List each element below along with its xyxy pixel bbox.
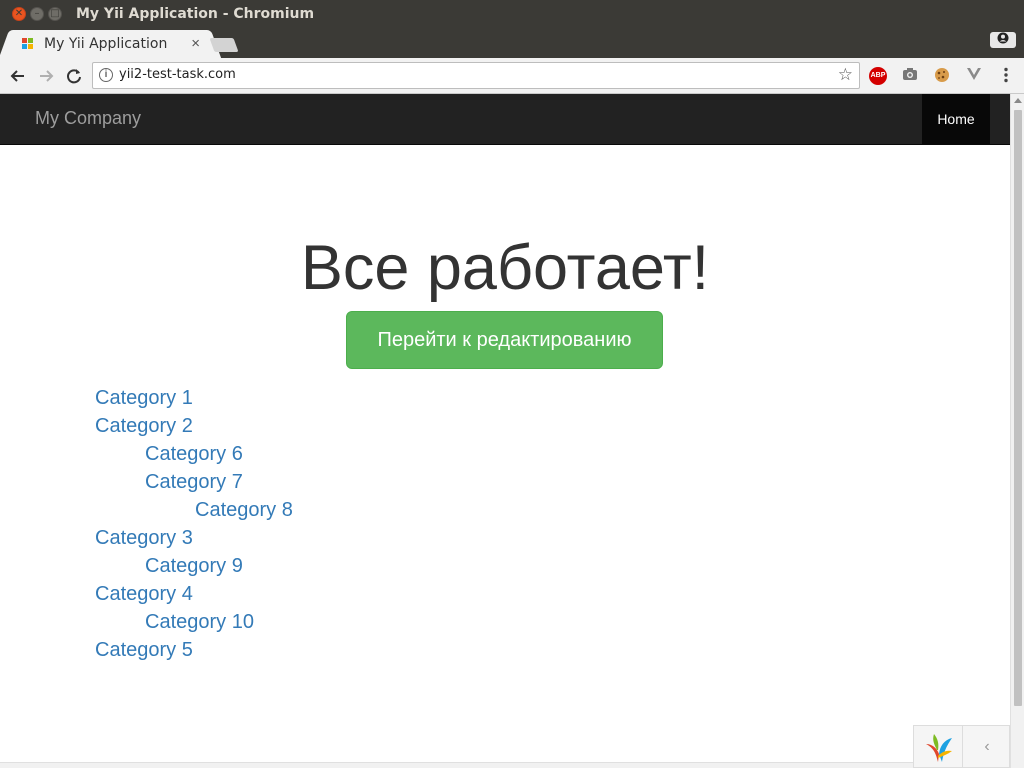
- category-link[interactable]: Category 9: [145, 552, 243, 580]
- edit-button[interactable]: Перейти к редактированию: [346, 311, 663, 369]
- window-titlebar: ✕ – □ My Yii Application - Chromium: [0, 0, 1024, 28]
- yii-favicon-icon: [22, 38, 34, 50]
- window-minimize-button[interactable]: –: [30, 7, 44, 21]
- window-title: My Yii Application - Chromium: [76, 6, 315, 22]
- vertical-scrollbar[interactable]: [1010, 94, 1024, 768]
- category-link[interactable]: Category 3: [95, 524, 193, 552]
- back-arrow-icon[interactable]: [7, 65, 29, 87]
- window-close-button[interactable]: ✕: [12, 7, 26, 21]
- menu-dots-icon[interactable]: [997, 67, 1015, 85]
- window-maximize-button[interactable]: □: [48, 7, 62, 21]
- scrollbar-thumb[interactable]: [1014, 110, 1022, 706]
- category-link[interactable]: Category 4: [95, 580, 193, 608]
- category-link[interactable]: Category 7: [145, 468, 243, 496]
- horizontal-scrollbar[interactable]: [0, 762, 1010, 768]
- reload-icon[interactable]: [63, 65, 85, 87]
- minimize-icon: –: [34, 8, 40, 19]
- tab-close-icon[interactable]: ×: [191, 35, 200, 52]
- chevron-left-icon[interactable]: ‹: [962, 726, 1011, 768]
- browser-tab[interactable]: My Yii Application ×: [12, 30, 208, 58]
- page-heading: Все работает!: [300, 233, 710, 303]
- category-link[interactable]: Category 5: [95, 636, 193, 664]
- tab-title: My Yii Application: [44, 36, 168, 52]
- category-link[interactable]: Category 10: [145, 608, 254, 636]
- browser-toolbar: i yii2-test-task.com ☆ ABP: [0, 58, 1024, 94]
- url-text[interactable]: yii2-test-task.com: [119, 67, 236, 82]
- address-bar[interactable]: i yii2-test-task.com ☆: [92, 62, 860, 89]
- yii-debug-toolbar[interactable]: ‹: [913, 725, 1010, 768]
- brand-link[interactable]: My Company: [35, 108, 141, 129]
- adblock-icon[interactable]: ABP: [869, 67, 887, 85]
- maximize-icon: □: [50, 8, 60, 19]
- scroll-up-icon[interactable]: [1014, 98, 1022, 103]
- tab-strip: My Yii Application ×: [0, 28, 1024, 58]
- forward-arrow-icon[interactable]: [35, 65, 57, 87]
- star-icon[interactable]: ☆: [838, 65, 853, 85]
- close-icon: ✕: [14, 8, 24, 19]
- new-tab-button[interactable]: [209, 38, 239, 52]
- cookie-icon[interactable]: [933, 67, 951, 85]
- nav-home-link[interactable]: Home: [922, 94, 990, 144]
- category-link[interactable]: Category 2: [95, 412, 193, 440]
- site-navbar: My Company Home: [0, 94, 1010, 145]
- profile-icon[interactable]: [990, 32, 1016, 48]
- category-link[interactable]: Category 1: [95, 384, 193, 412]
- camera-icon[interactable]: [901, 67, 919, 85]
- info-icon[interactable]: i: [99, 68, 113, 82]
- vue-devtools-icon[interactable]: [965, 67, 983, 85]
- yii-logo-icon[interactable]: [922, 732, 954, 764]
- category-link[interactable]: Category 8: [195, 496, 293, 524]
- category-link[interactable]: Category 6: [145, 440, 243, 468]
